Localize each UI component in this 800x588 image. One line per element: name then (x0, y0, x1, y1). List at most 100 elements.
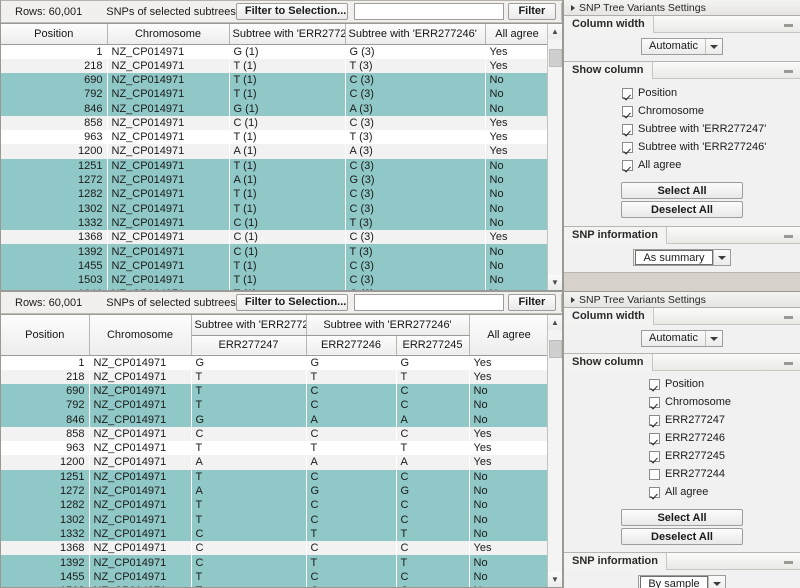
table-row[interactable]: 1251NZ_CP014971T (1)C (3)No (1, 159, 547, 173)
column-header-chromosome[interactable]: Chromosome (107, 24, 229, 44)
table-row[interactable]: 1272NZ_CP014971AGGNo (1, 484, 547, 498)
table-row[interactable]: 1503NZ_CP014971T (1)C (3)No (1, 273, 547, 287)
expand-triangle-icon[interactable] (567, 5, 579, 11)
show-column-checkbox-err277244[interactable]: ERR277244 (649, 465, 800, 483)
table-row[interactable]: 846NZ_CP014971GAANo (1, 412, 547, 426)
column-header-all-agree[interactable]: All agree (469, 315, 547, 355)
scroll-down-arrow-icon[interactable]: ▼ (548, 275, 563, 290)
snp-information-dropdown[interactable]: As summary (633, 249, 730, 266)
checkbox-unchecked-icon[interactable] (649, 469, 660, 480)
table-row[interactable]: 1282NZ_CP014971T (1)C (3)No (1, 187, 547, 201)
chevron-down-icon[interactable] (705, 331, 722, 346)
column-header-err277246[interactable]: ERR277246 (306, 335, 396, 355)
show-column-checkbox-err277245[interactable]: ERR277245 (649, 447, 800, 465)
column-group-header-subtree-err277246[interactable]: Subtree with 'ERR277246' (306, 315, 469, 335)
table-row[interactable]: 1332NZ_CP014971C (1)T (3)No (1, 216, 547, 230)
vertical-scrollbar-bottom[interactable]: ▲ ▼ (547, 315, 562, 587)
show-column-checkbox-position[interactable]: Position (622, 84, 800, 102)
checkbox-checked-icon[interactable] (622, 106, 633, 117)
show-column-section-header[interactable]: Show column (564, 354, 800, 371)
table-row[interactable]: 846NZ_CP014971G (1)A (3)No (1, 101, 547, 115)
filter-search-input[interactable] (354, 3, 504, 20)
table-row[interactable]: 1503NZ_CP014971TCCNo (1, 584, 547, 587)
table-row[interactable]: 1200NZ_CP014971A (1)A (3)Yes (1, 144, 547, 158)
panel-title-bar-bottom[interactable]: SNP Tree Variants Settings (564, 292, 800, 308)
minimize-icon[interactable] (784, 561, 793, 564)
table-row[interactable]: 792NZ_CP014971T (1)C (3)No (1, 87, 547, 101)
column-header-subtree-err277246[interactable]: Subtree with 'ERR277246' (345, 24, 485, 44)
table-row[interactable]: 1302NZ_CP014971TCCNo (1, 512, 547, 526)
table-row[interactable]: 963NZ_CP014971T (1)T (3)Yes (1, 130, 547, 144)
table-row[interactable]: 1455NZ_CP014971T (1)C (3)No (1, 259, 547, 273)
checkbox-checked-icon[interactable] (622, 124, 633, 135)
column-header-position[interactable]: Position (1, 24, 107, 44)
table-row[interactable]: 1251NZ_CP014971TCCNo (1, 470, 547, 484)
table-row[interactable]: 1332NZ_CP014971CTTNo (1, 527, 547, 541)
scroll-up-arrow-icon[interactable]: ▲ (548, 315, 563, 330)
table-row[interactable]: 1200NZ_CP014971AAAYes (1, 455, 547, 469)
column-header-position[interactable]: Position (1, 315, 89, 355)
checkbox-checked-icon[interactable] (649, 397, 660, 408)
column-group-header-subtree-err277247[interactable]: Subtree with 'ERR277247' (191, 315, 306, 335)
show-column-checkbox-all-agree[interactable]: All agree (649, 483, 800, 501)
select-all-button[interactable]: Select All (621, 509, 743, 526)
show-column-checkbox-subtree-with-err277247[interactable]: Subtree with 'ERR277247' (622, 120, 800, 138)
table-row[interactable]: 690NZ_CP014971T (1)C (3)No (1, 73, 547, 87)
table-row[interactable]: 1392NZ_CP014971CTTNo (1, 555, 547, 569)
column-width-dropdown[interactable]: Automatic (641, 38, 723, 55)
show-column-checkbox-chromosome[interactable]: Chromosome (649, 393, 800, 411)
filter-button[interactable]: Filter (508, 294, 556, 311)
checkbox-checked-icon[interactable] (649, 379, 660, 390)
table-row[interactable]: 792NZ_CP014971TCCNo (1, 398, 547, 412)
table-row[interactable]: 1455NZ_CP014971TCCNo (1, 570, 547, 584)
checkbox-checked-icon[interactable] (649, 415, 660, 426)
show-column-checkbox-err277246[interactable]: ERR277246 (649, 429, 800, 447)
scrollbar-track[interactable] (548, 330, 563, 572)
table-row[interactable]: 1NZ_CP014971G (1)G (3)Yes (1, 44, 547, 59)
filter-options-icon[interactable] (561, 3, 563, 21)
chevron-down-icon[interactable] (708, 576, 725, 588)
column-width-section-header[interactable]: Column width (564, 308, 800, 325)
show-column-checkbox-subtree-with-err277246[interactable]: Subtree with 'ERR277246' (622, 138, 800, 156)
column-width-dropdown[interactable]: Automatic (641, 330, 723, 347)
column-width-section-header[interactable]: Column width (564, 16, 800, 33)
snp-information-section-header[interactable]: SNP information (564, 553, 800, 570)
snp-information-dropdown[interactable]: By sample (638, 575, 725, 588)
column-header-all-agree[interactable]: All agree (485, 24, 547, 44)
chevron-down-icon[interactable] (713, 250, 730, 265)
checkbox-checked-icon[interactable] (622, 160, 633, 171)
filter-button[interactable]: Filter (508, 3, 556, 20)
deselect-all-button[interactable]: Deselect All (621, 201, 743, 218)
table-row[interactable]: 1368NZ_CP014971CCCYes (1, 541, 547, 555)
checkbox-checked-icon[interactable] (649, 451, 660, 462)
expand-triangle-icon[interactable] (567, 297, 579, 303)
column-header-subtree-err277247[interactable]: Subtree with 'ERR277247' (229, 24, 345, 44)
minimize-icon[interactable] (784, 235, 793, 238)
filter-options-icon[interactable] (561, 294, 563, 312)
filter-to-selection-button[interactable]: Filter to Selection... (236, 294, 348, 311)
table-row[interactable]: 1392NZ_CP014971C (1)T (3)No (1, 244, 547, 258)
scroll-up-arrow-icon[interactable]: ▲ (548, 24, 563, 39)
table-row[interactable]: 218NZ_CP014971TTTYes (1, 370, 547, 384)
scrollbar-thumb[interactable] (549, 49, 562, 67)
table-row[interactable]: 1272NZ_CP014971A (1)G (3)No (1, 173, 547, 187)
filter-to-selection-button[interactable]: Filter to Selection... (236, 3, 348, 20)
chevron-down-icon[interactable] (705, 39, 722, 54)
column-header-err277247[interactable]: ERR277247 (191, 335, 306, 355)
table-row[interactable]: 963NZ_CP014971TTTYes (1, 441, 547, 455)
show-column-section-header[interactable]: Show column (564, 62, 800, 79)
show-column-checkbox-all-agree[interactable]: All agree (622, 156, 800, 174)
table-row[interactable]: 1282NZ_CP014971TCCNo (1, 498, 547, 512)
minimize-icon[interactable] (784, 70, 793, 73)
minimize-icon[interactable] (784, 24, 793, 27)
column-header-chromosome[interactable]: Chromosome (89, 315, 191, 355)
table-row[interactable]: 218NZ_CP014971T (1)T (3)Yes (1, 59, 547, 73)
show-column-checkbox-err277247[interactable]: ERR277247 (649, 411, 800, 429)
panel-title-bar-top[interactable]: SNP Tree Variants Settings (564, 0, 800, 16)
checkbox-checked-icon[interactable] (622, 142, 633, 153)
scroll-down-arrow-icon[interactable]: ▼ (548, 572, 563, 587)
column-header-err277245[interactable]: ERR277245 (396, 335, 469, 355)
scrollbar-track[interactable] (548, 39, 563, 275)
checkbox-checked-icon[interactable] (649, 433, 660, 444)
table-row[interactable]: 1368NZ_CP014971C (1)C (3)Yes (1, 230, 547, 244)
